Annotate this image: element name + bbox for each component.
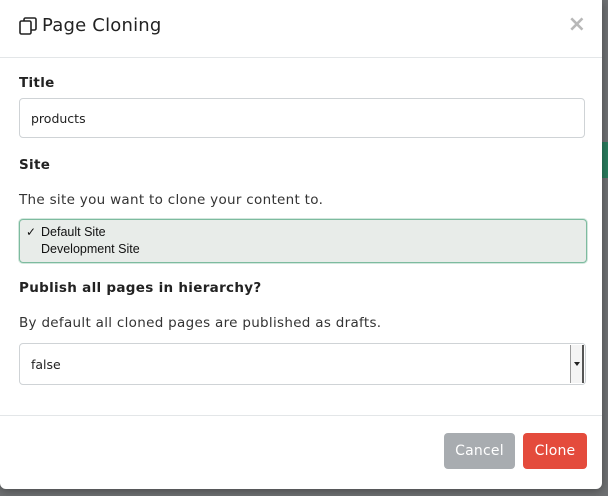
publish-help-text: By default all cloned pages are publishe… (19, 315, 382, 331)
clone-button[interactable]: Clone (523, 433, 587, 469)
site-option-label: Development Site (41, 242, 140, 256)
publish-select-value: false (31, 357, 61, 372)
chevron-down-icon[interactable] (570, 345, 584, 383)
dialog-footer: Cancel Clone (0, 415, 602, 490)
title-label: Title (19, 75, 55, 91)
site-label: Site (19, 157, 51, 173)
copy-icon (19, 17, 37, 35)
close-icon[interactable]: × (568, 14, 586, 36)
site-option-label: Default Site (41, 225, 106, 239)
site-select-list[interactable]: ✓ Default Site Development Site (19, 219, 587, 263)
title-input[interactable] (19, 98, 585, 138)
page-cloning-dialog: Page Cloning × Title Site The site you w… (0, 0, 602, 489)
publish-select[interactable]: false (19, 343, 586, 385)
check-icon: ✓ (26, 225, 37, 239)
dialog-header: Page Cloning × (0, 0, 602, 58)
dialog-title: Page Cloning (42, 15, 162, 36)
site-help-text: The site you want to clone your content … (19, 192, 324, 208)
site-option-development[interactable]: Development Site (26, 241, 586, 258)
cancel-button[interactable]: Cancel (444, 433, 515, 469)
publish-label: Publish all pages in hierarchy? (19, 280, 262, 296)
site-option-default[interactable]: ✓ Default Site (26, 224, 586, 241)
